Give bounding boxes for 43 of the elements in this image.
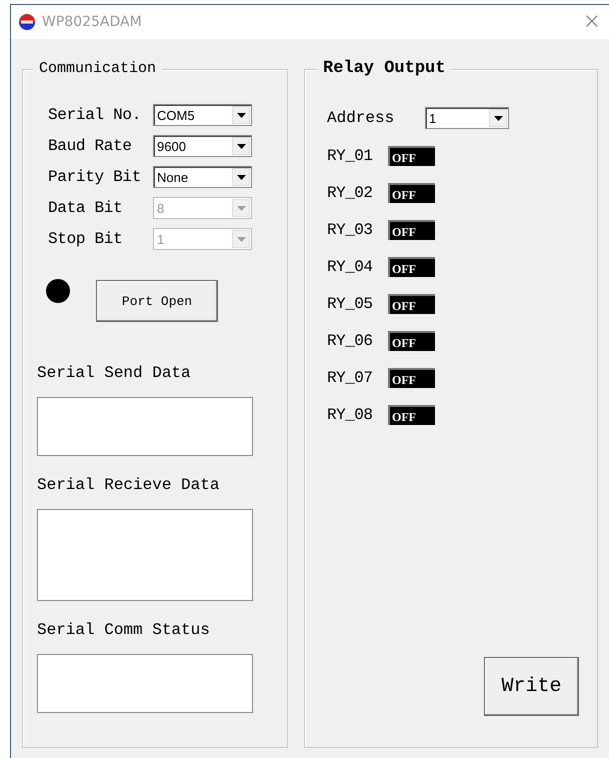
caret-icon bbox=[236, 174, 246, 180]
relay-label: RY_07 bbox=[327, 368, 374, 386]
receive-data-field[interactable] bbox=[37, 509, 253, 601]
dropdown[interactable]: None bbox=[153, 166, 252, 188]
status-field[interactable] bbox=[37, 654, 253, 713]
relay-status: OFF bbox=[388, 368, 435, 388]
dropdown[interactable]: 9600 bbox=[153, 135, 252, 157]
field-label: Parity Bit bbox=[48, 168, 142, 186]
field-label: Data Bit bbox=[48, 199, 124, 217]
close-button[interactable]: × bbox=[574, 11, 609, 33]
relay-status: OFF bbox=[388, 404, 435, 424]
write-button[interactable]: Write bbox=[484, 657, 579, 716]
app-icon bbox=[18, 13, 36, 31]
section-label: Serial Comm Status bbox=[37, 621, 211, 639]
relay-label: RY_05 bbox=[327, 294, 374, 312]
relay-status: OFF bbox=[388, 256, 435, 276]
caret-icon bbox=[494, 116, 502, 120]
dropdown[interactable]: COM5 bbox=[153, 104, 252, 126]
relay-label: RY_03 bbox=[327, 220, 374, 238]
relay-label: RY_08 bbox=[327, 406, 374, 424]
relay-status: OFF bbox=[388, 220, 435, 240]
port-open-button[interactable]: Port Open bbox=[96, 280, 218, 322]
relay-label: RY_01 bbox=[327, 146, 374, 164]
relay-status: OFF bbox=[388, 330, 435, 350]
caret-icon bbox=[236, 206, 246, 210]
section-label: Serial Recieve Data bbox=[37, 476, 220, 494]
window-title: WP8025ADAM bbox=[42, 14, 143, 30]
field-label: Baud Rate bbox=[48, 137, 133, 155]
dropdown[interactable]: 1 bbox=[425, 107, 509, 129]
caret-icon bbox=[236, 144, 246, 148]
field-label: Serial No. bbox=[48, 106, 142, 124]
relay-status: OFF bbox=[388, 182, 435, 202]
field-label: Stop Bit bbox=[48, 230, 124, 248]
relay-status: OFF bbox=[388, 146, 435, 166]
relay-label: RY_02 bbox=[327, 184, 374, 202]
send-data-field[interactable] bbox=[37, 397, 253, 456]
relay-status: OFF bbox=[388, 294, 435, 314]
section-label: Serial Send Data bbox=[37, 364, 192, 382]
relay-label: RY_06 bbox=[327, 332, 374, 350]
field-label: Address bbox=[327, 109, 396, 127]
relay-label: RY_04 bbox=[327, 258, 374, 276]
caret-icon bbox=[236, 236, 246, 242]
caret-icon bbox=[236, 112, 246, 118]
